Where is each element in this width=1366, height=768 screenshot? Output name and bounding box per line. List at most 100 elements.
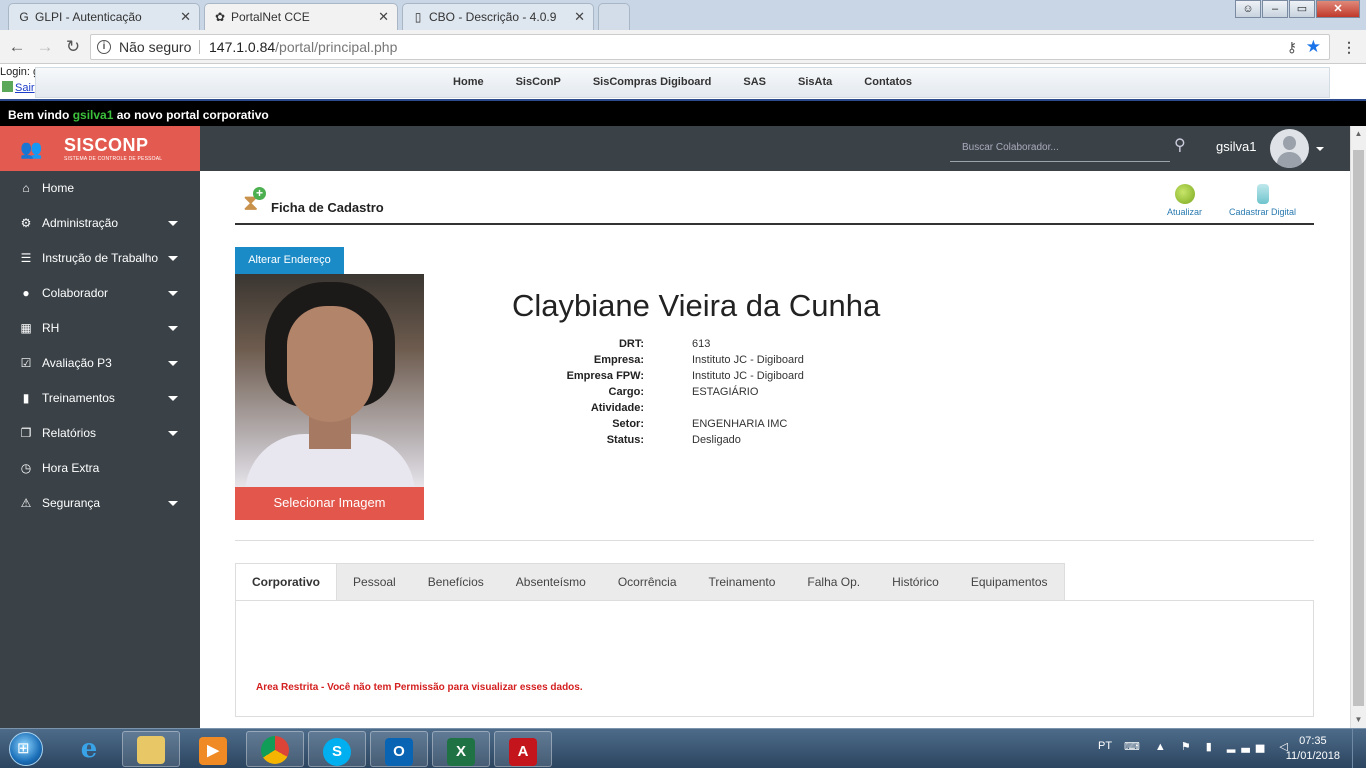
key-icon[interactable]: ⚷	[1287, 35, 1297, 59]
header-username[interactable]: gsilva1	[1216, 139, 1256, 154]
sidebar-item-label: Administração	[42, 216, 119, 230]
app-header: Buscar Colaborador... ⚲ gsilva1	[200, 126, 1350, 171]
detail-row: Cargo: ESTAGIÁRIO	[572, 384, 932, 400]
users-icon: 👥	[20, 139, 43, 159]
topnav-contatos[interactable]: Contatos	[848, 68, 928, 97]
show-desktop-button[interactable]	[1352, 729, 1366, 768]
welcome-user: gsilva1	[72, 108, 114, 122]
fingerprint-reader-icon	[1256, 184, 1269, 204]
brand-logo[interactable]: 👥 SISCONP Sistema de Controle de Pessoal	[0, 126, 200, 171]
language-indicator[interactable]: PT	[1098, 740, 1112, 752]
url-host: 147.1.0.84	[209, 39, 276, 55]
sidebar-item-colaborador[interactable]: ● Colaborador	[0, 276, 200, 311]
fingerprint-label: Cadastrar Digital	[1229, 207, 1297, 217]
tab-pessoal[interactable]: Pessoal	[337, 563, 412, 601]
taskbar-chrome[interactable]	[246, 731, 304, 767]
select-image-button[interactable]: Selecionar Imagem	[235, 487, 424, 520]
tab-corporativo[interactable]: Corporativo	[235, 563, 338, 601]
avatar-head	[1283, 136, 1296, 150]
close-tab-icon[interactable]: ✕	[378, 4, 389, 30]
caret-down-icon[interactable]	[1316, 147, 1324, 151]
topnav-siscompras[interactable]: SisCompras Digiboard	[577, 68, 728, 97]
tab-falha-op[interactable]: Falha Op.	[791, 563, 877, 601]
sidebar-item-hora-extra[interactable]: ◷ Hora Extra	[0, 451, 200, 486]
sidebar-item-treinamentos[interactable]: ▮ Treinamentos	[0, 381, 200, 416]
welcome-suffix: ao novo portal corporativo	[116, 108, 269, 122]
tab-title: PortalNet CCE	[231, 10, 310, 24]
sidebar-item-administracao[interactable]: ⚙ Administração	[0, 206, 200, 241]
sidebar-item-label: Colaborador	[42, 286, 109, 300]
tab-equipamentos[interactable]: Equipamentos	[954, 563, 1065, 601]
url-path: /portal/principal.php	[275, 39, 398, 55]
minimize-button[interactable]: –	[1262, 0, 1288, 18]
topnav-sisata[interactable]: SisAta	[782, 68, 848, 97]
employee-name: Claybiane Vieira da Cunha	[512, 288, 881, 323]
sidebar-item-avaliacao[interactable]: ☑ Avaliação P3	[0, 346, 200, 381]
scroll-down-icon[interactable]: ▼	[1351, 712, 1366, 728]
tab-ocorrencia[interactable]: Ocorrência	[601, 563, 693, 601]
taskbar-excel[interactable]: X	[432, 731, 490, 767]
detail-row: Setor: ENGENHARIA IMC	[572, 416, 932, 432]
sidebar-item-seguranca[interactable]: ⚠ Segurança	[0, 486, 200, 521]
tab-historico[interactable]: Histórico	[876, 563, 955, 601]
avatar[interactable]	[1270, 129, 1309, 168]
tab-panel: Area Restrita - Você não tem Permissão p…	[235, 600, 1314, 717]
back-icon[interactable]: ←	[6, 36, 28, 58]
scrollbar-thumb[interactable]	[1353, 150, 1364, 706]
detail-row: DRT: 613	[572, 336, 932, 352]
refresh-icon	[1174, 184, 1195, 204]
page-title: Ficha de Cadastro	[271, 200, 384, 215]
topnav-sisconp[interactable]: SisConP	[500, 68, 577, 97]
close-window-button[interactable]: ✕	[1316, 0, 1360, 18]
tray-icons[interactable]: ⌨ ▲ ⚑ ▮ ▂▃▅ ◁	[1124, 740, 1294, 753]
taskbar-explorer[interactable]	[122, 731, 180, 767]
new-tab-button[interactable]	[598, 3, 630, 30]
close-tab-icon[interactable]: ✕	[180, 4, 191, 30]
list-icon: ☰	[20, 251, 32, 265]
address-bar[interactable]: i Não seguro 147.1.0.84/portal/principal…	[90, 34, 1330, 60]
refresh-button[interactable]: Atualizar	[1167, 184, 1202, 217]
scroll-up-icon[interactable]: ▲	[1351, 126, 1366, 142]
tab-absenteismo[interactable]: Absenteísmo	[499, 563, 602, 601]
taskbar-acrobat[interactable]: A	[494, 731, 552, 767]
checkbox-icon: ☑	[20, 356, 32, 370]
start-button[interactable]: ⊞	[2, 729, 48, 768]
taskbar-ie[interactable]: e	[60, 731, 118, 767]
taskbar-skype[interactable]: S	[308, 731, 366, 767]
sidebar-item-instrucao[interactable]: ☰ Instrução de Trabalho	[0, 241, 200, 276]
user-icon[interactable]: ☺	[1235, 0, 1261, 18]
bookmark-star-icon[interactable]: ★	[1306, 35, 1321, 59]
security-label: Não seguro	[119, 39, 192, 55]
search-icon[interactable]: ⚲	[1174, 136, 1194, 156]
page-scrollbar[interactable]: ▲ ▼	[1350, 126, 1366, 728]
plus-icon: +	[253, 187, 266, 200]
browser-tab-cbo[interactable]: ▯ CBO - Descrição - 4.0.9 ✕	[402, 3, 594, 30]
browser-tab-glpi[interactable]: G GLPI - Autenticação ✕	[8, 3, 200, 30]
sidebar-item-rh[interactable]: ▦ RH	[0, 311, 200, 346]
folder-icon	[137, 736, 165, 764]
detail-row: Empresa: Instituto JC - Digiboard	[572, 352, 932, 368]
search-input[interactable]: Buscar Colaborador...	[950, 134, 1170, 162]
tab-beneficios[interactable]: Benefícios	[411, 563, 500, 601]
internet-explorer-icon: e	[80, 734, 98, 764]
reload-icon[interactable]: ↻	[62, 36, 84, 58]
maximize-button[interactable]: ▭	[1289, 0, 1315, 18]
close-tab-icon[interactable]: ✕	[574, 4, 585, 30]
taskbar-media[interactable]: ▶	[184, 731, 242, 767]
system-clock[interactable]: 07:35 11/01/2018	[1286, 734, 1340, 764]
taskbar-outlook[interactable]: O	[370, 731, 428, 767]
tab-treinamento[interactable]: Treinamento	[692, 563, 792, 601]
browser-menu-icon[interactable]: ⋮	[1342, 39, 1356, 56]
register-fingerprint-button[interactable]: Cadastrar Digital	[1229, 184, 1296, 217]
topnav-sas[interactable]: SAS	[727, 68, 782, 97]
change-address-button[interactable]: Alterar Endereço	[235, 247, 344, 274]
topnav-home[interactable]: Home	[437, 68, 500, 97]
browser-tab-portalnet[interactable]: ✿ PortalNet CCE ✕	[204, 3, 398, 30]
forward-icon[interactable]: →	[34, 36, 56, 58]
info-icon[interactable]: i	[97, 40, 111, 54]
detail-value: Desligado	[692, 434, 741, 446]
logout-link[interactable]: Sair	[2, 81, 35, 94]
sidebar-item-home[interactable]: ⌂ Home	[0, 171, 200, 206]
sidebar-item-relatorios[interactable]: ❐ Relatórios	[0, 416, 200, 451]
acrobat-icon: A	[509, 738, 537, 766]
